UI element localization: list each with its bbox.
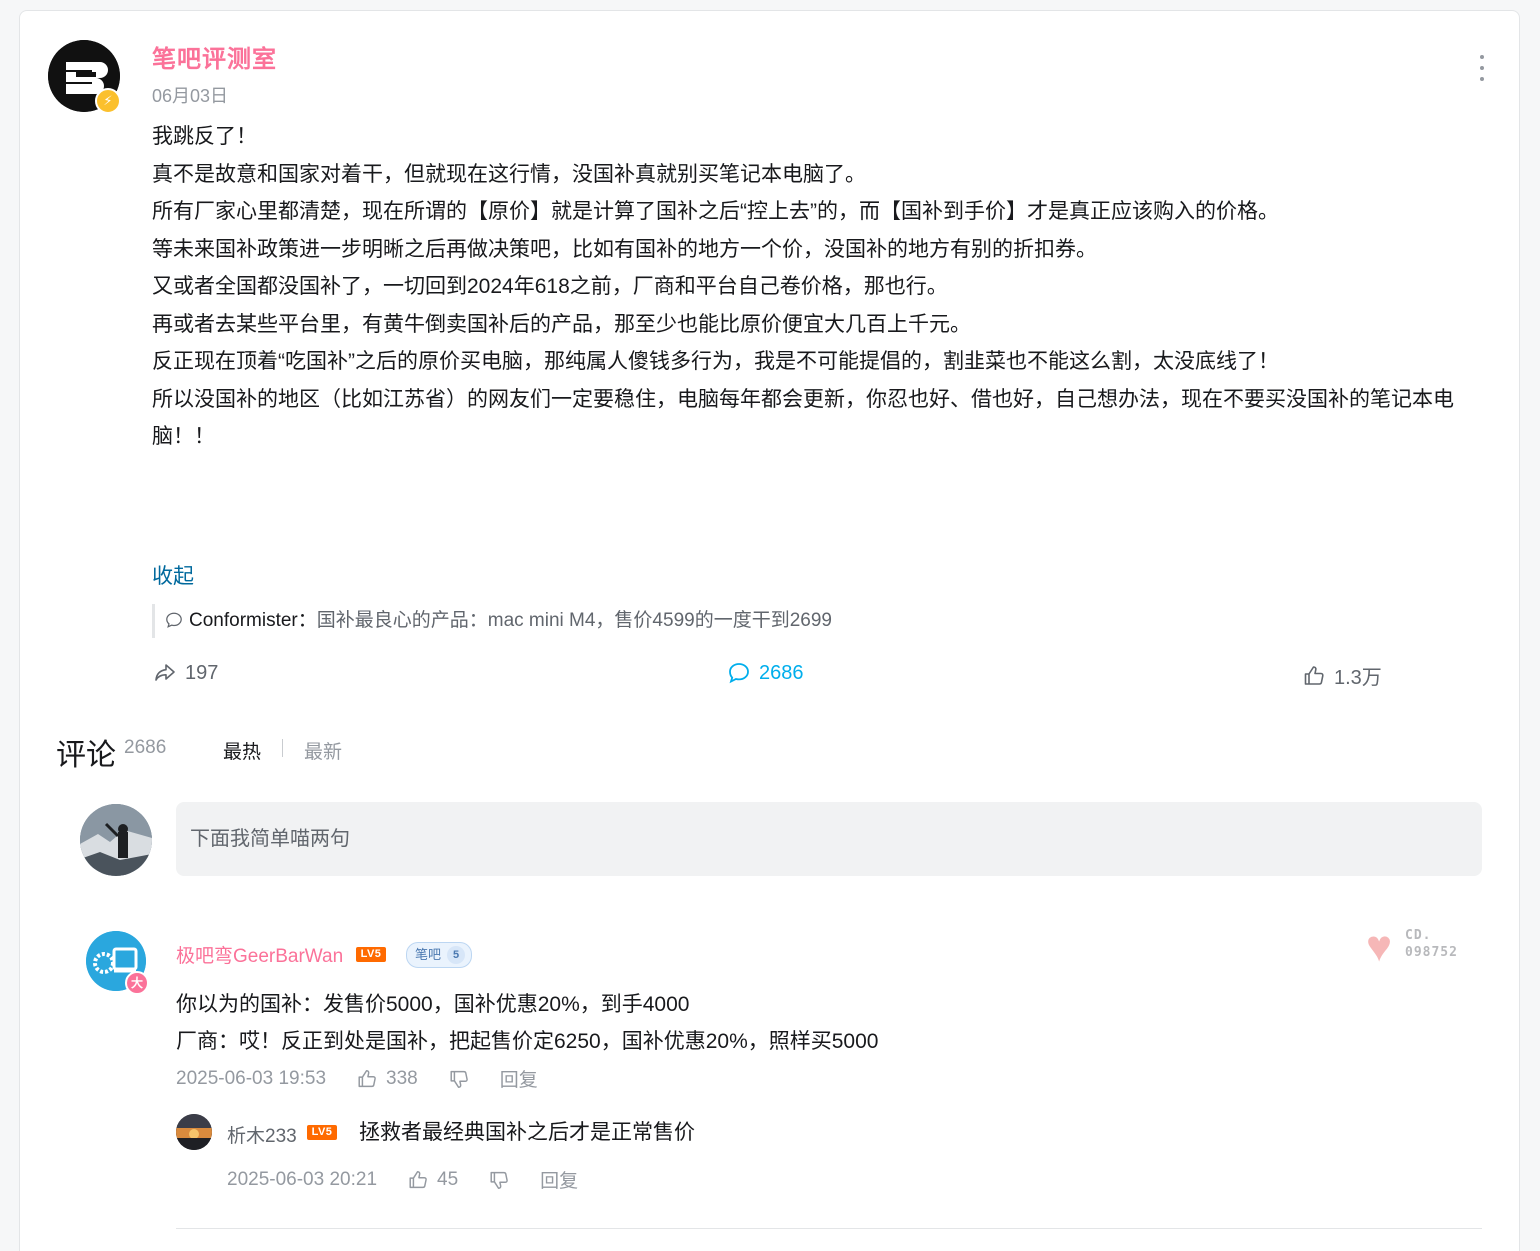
my-avatar[interactable] (80, 804, 152, 876)
sort-divider (282, 739, 283, 757)
fan-medal-label: 笔吧 (415, 947, 442, 962)
comment-input[interactable]: 下面我简单喵两句 (176, 802, 1482, 876)
sort-hot-tab[interactable]: 最热 (223, 737, 261, 764)
post-paragraph: 再或者去某些平台里，有黄牛倒卖国补后的产品，那至少也能比原价便宜大几百上千元。 (152, 312, 971, 336)
heart-icon: ♥ (1365, 922, 1393, 971)
comment-icon (729, 663, 749, 684)
thumbs-down-icon (450, 1070, 468, 1088)
comment-like-count: 338 (386, 1067, 418, 1089)
post-paragraph: 等未来国补政策进一步明晰之后再做决策吧，比如有国补的地方一个价，没国补的地方有别… (152, 237, 1097, 261)
level-badge: LV5 (356, 947, 386, 962)
decoration-number: CD. 098752 (1405, 928, 1458, 960)
post-paragraph: 所以没国补的地区（比如江苏省）的网友们一定要稳住，电脑每年都会更新，你忍也好、借… (152, 387, 1454, 449)
thumbs-up-icon (409, 1170, 427, 1188)
reply-time: 2025-06-03 20:21 (227, 1168, 378, 1190)
comment-divider (176, 1228, 1482, 1229)
commenter-name[interactable]: 极吧弯GeerBarWan (176, 941, 343, 968)
post-card: ⚡ 笔吧评测室 06月03日 我跳反了！ 真不是故意和国家对着干，但就现在这行情… (19, 10, 1520, 1251)
thumbs-down-icon (490, 1171, 508, 1189)
like-button[interactable]: 1.3万 (1302, 661, 1382, 690)
quoted-comment[interactable]: Conformister：国补最良心的产品：mac mini M4，售价4599… (152, 604, 832, 638)
comments-title: 评论 (56, 739, 116, 772)
profile-decoration: ♥ CD. 098752 (1355, 923, 1475, 975)
post-content: 我跳反了！ 真不是故意和国家对着干，但就现在这行情，没国补真就别买笔记本电脑了。… (152, 118, 1492, 456)
reply-like-count: 45 (437, 1168, 459, 1190)
comment-line: 厂商：哎！反正到处是国补，把起售价定6250，国补优惠20%，照样买5000 (176, 1030, 879, 1053)
comment-dislike-button[interactable] (448, 1068, 470, 1090)
like-count: 1.3万 (1334, 667, 1382, 689)
post-paragraph: 真不是故意和国家对着干，但就现在这行情，没国补真就别买笔记本电脑了。 (152, 162, 866, 186)
author-name[interactable]: 笔吧评测室 (152, 39, 277, 74)
collapse-link[interactable]: 收起 (152, 560, 194, 590)
reply-dislike-button[interactable] (488, 1169, 510, 1191)
more-options-icon[interactable] (1470, 55, 1494, 87)
reply-reply-button[interactable]: 回复 (540, 1166, 578, 1193)
reply-text: 拯救者最经典国补之后才是正常售价 (359, 1121, 695, 1144)
share-icon (155, 664, 175, 681)
replier-name[interactable]: 析木233 (227, 1121, 297, 1148)
comment-count: 2686 (759, 661, 804, 684)
comment-line: 你以为的国补：发售价5000，国补优惠20%，到手4000 (176, 993, 690, 1016)
reply-like-button[interactable]: 45 (407, 1169, 458, 1191)
verified-lightning-icon: ⚡ (95, 88, 121, 114)
level-badge: LV5 (307, 1125, 337, 1140)
share-button[interactable]: 197 (153, 661, 218, 685)
comment-button[interactable]: 2686 (727, 661, 804, 685)
post-paragraph: 我跳反了！ (152, 125, 257, 148)
quote-author: Conformister： (189, 610, 317, 631)
avatar-badge: 大 (125, 971, 149, 995)
comments-count: 2686 (124, 737, 167, 758)
post-date: 06月03日 (152, 86, 229, 106)
post-paragraph: 又或者全国都没国补了，一切回到2024年618之前，厂商和平台自己卷价格，那也行… (152, 275, 948, 298)
fan-medal-level: 5 (447, 946, 466, 964)
comment-meta: 2025-06-03 19:53 338 回复 (176, 1065, 538, 1092)
post-paragraph: 所有厂家心里都清楚，现在所谓的【原价】就是计算了国补之后“控上去”的，而【国补到… (152, 200, 1279, 223)
comment-bubble-icon (166, 612, 182, 628)
thumbs-up-icon (1304, 665, 1324, 685)
post-paragraph: 反正现在顶着“吃国补”之后的原价买电脑，那纯属人傻钱多行为，我是不可能提倡的，割… (152, 350, 1279, 373)
replier-avatar[interactable] (176, 1114, 212, 1150)
comment-like-button[interactable]: 338 (356, 1068, 418, 1090)
sort-new-tab[interactable]: 最新 (304, 737, 342, 764)
comment-text: 你以为的国补：发售价5000，国补优惠20%，到手4000 厂商：哎！反正到处是… (176, 986, 878, 1060)
fan-medal-badge[interactable]: 笔吧 5 (406, 942, 473, 968)
quote-text: 国补最良心的产品：mac mini M4，售价4599的一度干到2699 (316, 610, 832, 631)
thumbs-up-icon (358, 1069, 376, 1087)
share-count: 197 (185, 661, 219, 684)
reply-meta: 2025-06-03 20:21 45 回复 (227, 1166, 578, 1193)
comment-time: 2025-06-03 19:53 (176, 1067, 327, 1089)
comment-reply-button[interactable]: 回复 (500, 1065, 538, 1092)
